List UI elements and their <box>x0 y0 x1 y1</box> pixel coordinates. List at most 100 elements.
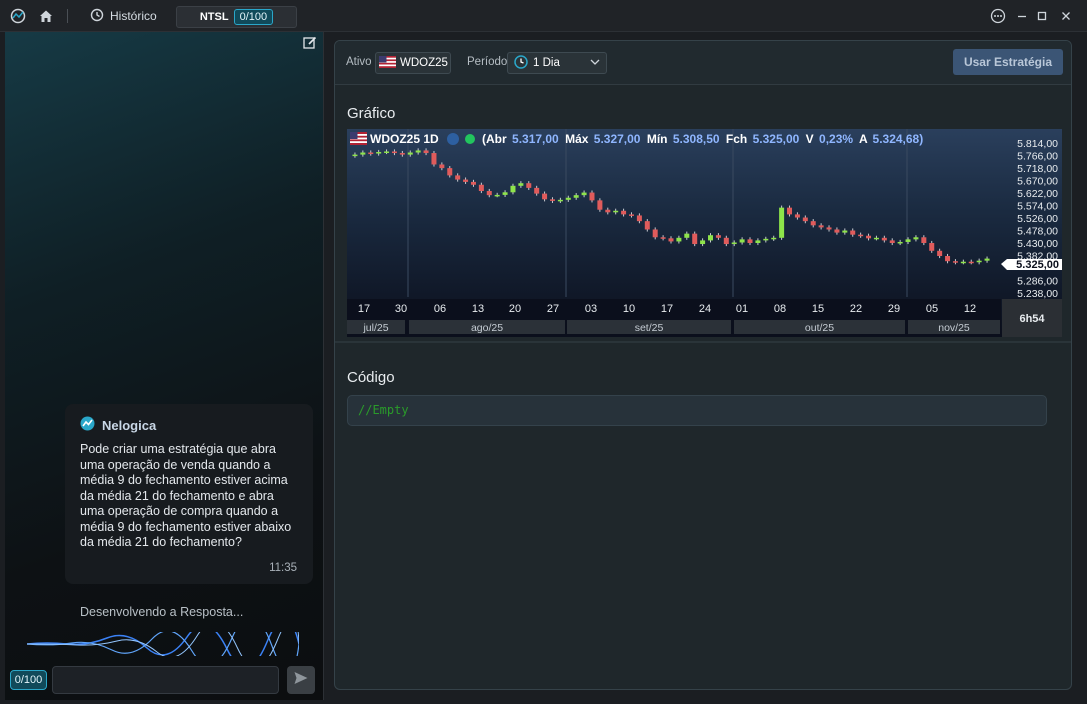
a-label: A <box>859 132 868 146</box>
x-month-label: nov/25 <box>938 322 970 334</box>
send-icon <box>293 670 309 691</box>
candle <box>692 231 698 247</box>
asset-label: Ativo <box>346 56 372 68</box>
send-button[interactable] <box>287 666 315 694</box>
y-tick-label: 5.622,00 <box>1017 188 1058 200</box>
x-day-label: 17 <box>661 303 673 315</box>
candle <box>779 205 785 240</box>
use-strategy-button[interactable]: Usar Estratégia <box>953 49 1063 75</box>
x-month-label: out/25 <box>805 322 834 334</box>
asset-selector[interactable]: WDOZ25 <box>375 52 451 74</box>
tab-ntsl-label: NTSL <box>199 11 229 23</box>
period-label: Período <box>467 56 508 68</box>
x-day-label: 20 <box>509 303 521 315</box>
more-options-icon[interactable] <box>990 8 1006 24</box>
maximize-icon[interactable] <box>1034 8 1050 24</box>
clock-icon <box>514 54 528 72</box>
x-month-label: jul/25 <box>362 322 388 334</box>
nelogica-logo-icon <box>80 416 95 434</box>
message-author: Nelogica <box>102 417 157 433</box>
y-tick-label: 5.574,00 <box>1017 201 1058 213</box>
chat-message-bubble: Nelogica Pode criar uma estratégia que a… <box>65 404 313 584</box>
fch-label: Fch <box>726 132 747 146</box>
x-day-label: 01 <box>736 303 748 315</box>
x-month-label: ago/25 <box>471 322 503 334</box>
titlebar-separator <box>67 9 68 23</box>
max-value: 5.327,00 <box>594 132 641 146</box>
x-day-label: 29 <box>888 303 900 315</box>
min-label: Mín <box>647 132 668 146</box>
chat-panel: Nelogica Pode criar uma estratégia que a… <box>5 32 323 700</box>
y-tick-label: 5.718,00 <box>1017 163 1058 175</box>
history-label: Histórico <box>110 9 157 23</box>
tab-ntsl[interactable]: NTSL 0/100 <box>176 6 297 28</box>
header-us-flag-icon <box>350 132 367 145</box>
price-chart[interactable]: 17 30 06 13 20 27 03 10 17 24 01 08 15 22 29 05 12 jul/2… <box>347 129 1062 337</box>
market-status-icon <box>465 134 475 144</box>
strategy-panel: Ativo WDOZ25 Período 1 Dia Usar Estratég… <box>334 40 1072 690</box>
x-day-label: 30 <box>395 303 407 315</box>
message-text: Pode criar uma estratégia que abra uma o… <box>80 442 292 549</box>
x-day-label: 13 <box>472 303 484 315</box>
x-day-label: 27 <box>547 303 559 315</box>
min-value: 5.308,50 <box>673 132 720 146</box>
chat-input[interactable] <box>52 666 279 694</box>
candle <box>431 150 437 167</box>
y-tick-label: 5.670,00 <box>1017 176 1058 188</box>
x-day-label: 03 <box>585 303 597 315</box>
y-tick-label: 5.430,00 <box>1017 238 1058 250</box>
chart-section-title: Gráfico <box>347 105 396 122</box>
message-header: Nelogica <box>80 416 298 434</box>
title-bar: Histórico NTSL 0/100 <box>0 0 1087 32</box>
response-status: Desenvolvendo a Resposta... <box>80 605 244 619</box>
y-tick-label: 5.766,00 <box>1017 151 1058 163</box>
abr-label: (Abr <box>482 132 507 146</box>
message-time: 11:35 <box>269 562 297 574</box>
var-label: V <box>806 132 814 146</box>
section-separator <box>335 341 1071 343</box>
new-chat-edit-icon[interactable] <box>303 36 317 50</box>
x-day-label: 24 <box>699 303 711 315</box>
abr-value: 5.317,00 <box>512 132 559 146</box>
y-tick-label: 5.286,00 <box>1017 275 1058 287</box>
close-icon[interactable] <box>1058 8 1074 24</box>
last-price-marker: 5.325,00 <box>1001 259 1062 271</box>
a-value: 5.324,68) <box>873 132 924 146</box>
period-value: 1 Dia <box>533 57 560 69</box>
x-month-label: set/25 <box>635 322 664 334</box>
us-flag-icon <box>379 55 396 71</box>
market-icon <box>447 133 459 145</box>
x-day-label: 15 <box>812 303 824 315</box>
x-day-label: 06 <box>434 303 446 315</box>
history-button[interactable]: Histórico <box>90 8 157 24</box>
x-day-label: 12 <box>964 303 976 315</box>
chart-header: WDOZ25 1D (Abr 5.317,00 Máx 5.327,00 Mín… <box>350 132 923 146</box>
y-tick-label: 5.814,00 <box>1017 138 1058 150</box>
period-dropdown[interactable]: 1 Dia <box>507 52 607 74</box>
x-axis-month-labels: jul/25 ago/25 set/25 out/25 nov/25 <box>347 320 1000 334</box>
y-tick-label: 5.526,00 <box>1017 213 1058 225</box>
minimize-icon[interactable] <box>1014 8 1030 24</box>
max-label: Máx <box>565 132 589 146</box>
last-price-label: 5.325,00 <box>1016 259 1059 271</box>
x-day-label: 10 <box>623 303 635 315</box>
code-editor[interactable]: //Empty <box>347 395 1047 426</box>
code-section-title: Código <box>347 369 395 386</box>
app-logo-icon[interactable] <box>10 8 26 24</box>
chevron-down-icon <box>590 56 600 71</box>
x-day-label: 08 <box>774 303 786 315</box>
history-icon <box>90 8 104 25</box>
x-day-label: 17 <box>358 303 370 315</box>
x-day-label: 22 <box>850 303 862 315</box>
y-tick-label: 5.238,00 <box>1017 288 1058 300</box>
fch-value: 5.325,00 <box>753 132 800 146</box>
home-icon[interactable] <box>38 8 54 24</box>
x-day-label: 05 <box>926 303 938 315</box>
strategy-toolbar: Ativo WDOZ25 Período 1 Dia Usar Estratég… <box>335 41 1071 85</box>
panel-divider[interactable] <box>323 32 324 700</box>
var-value: 0,23% <box>819 132 853 146</box>
tab-counter-badge: 0/100 <box>233 9 274 25</box>
chat-counter-badge: 0/100 <box>10 670 47 690</box>
y-axis-labels: 5.814,005.766,005.718,005.670,005.622,00… <box>1017 138 1058 300</box>
header-symbol: WDOZ25 1D <box>370 132 439 146</box>
